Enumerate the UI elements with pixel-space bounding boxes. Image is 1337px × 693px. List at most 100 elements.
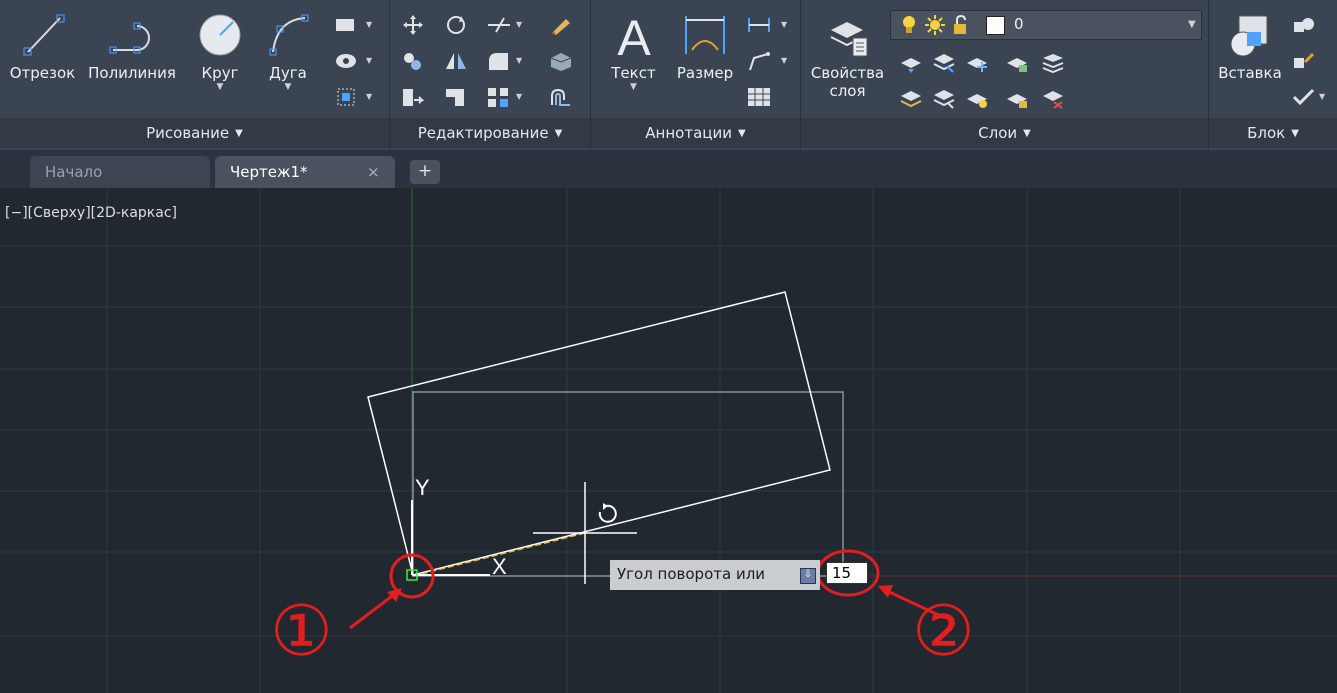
line-button[interactable]: Отрезок xyxy=(5,10,80,82)
circle-button[interactable]: Круг ▼ xyxy=(190,10,250,92)
viewport-controls-label[interactable]: [−][Сверху][2D-каркас] xyxy=(5,205,177,221)
layer-properties-button[interactable]: Свойства слоя xyxy=(805,10,890,100)
mirror-icon[interactable] xyxy=(443,50,469,72)
layer-color-swatch xyxy=(986,16,1005,35)
draw-panel-footer[interactable]: Рисование ▼ xyxy=(0,118,389,148)
new-tab-button[interactable]: + xyxy=(410,160,440,184)
layer-make-current-icon[interactable] xyxy=(898,52,924,74)
dimension-label: Размер xyxy=(676,64,734,82)
table-icon[interactable] xyxy=(746,86,772,108)
move-icon[interactable] xyxy=(400,14,426,36)
annotation-panel-footer[interactable]: Аннотации ▼ xyxy=(591,118,800,148)
arc-label: Дуга xyxy=(269,64,307,82)
block-panel-footer[interactable]: Блок ▼ xyxy=(1209,118,1337,148)
stretch-icon[interactable] xyxy=(400,86,426,108)
insert-button[interactable]: Вставка xyxy=(1213,10,1287,82)
draw-panel: Отрезок Полилиния Круг ▼ Дуга ▼ ▼ ▼ ▼ Ри… xyxy=(0,0,390,150)
rectangle-dropdown-icon[interactable]: ▼ xyxy=(366,20,372,29)
layer-walk-icon[interactable] xyxy=(1040,52,1066,74)
trim-dropdown-icon[interactable]: ▼ xyxy=(516,20,522,29)
layer-copy-icon[interactable] xyxy=(931,88,957,110)
edit-attributes-dropdown-icon[interactable]: ▼ xyxy=(1319,92,1325,101)
text-dropdown-icon[interactable]: ▼ xyxy=(606,82,661,92)
scale-icon[interactable] xyxy=(443,86,469,108)
hatch-dropdown-icon[interactable]: ▼ xyxy=(366,56,372,65)
modify-panel-footer[interactable]: Редактирование ▼ xyxy=(390,118,590,148)
angle-input[interactable]: 15 xyxy=(826,562,868,584)
line-icon xyxy=(23,14,64,56)
layer-freeze-icon[interactable] xyxy=(964,52,990,74)
svg-text:A: A xyxy=(617,10,651,60)
edit-block-icon[interactable] xyxy=(1291,50,1317,72)
text-button[interactable]: A Текст ▼ xyxy=(606,10,661,92)
dimension-icon xyxy=(685,16,725,54)
arc-dropdown-icon[interactable]: ▼ xyxy=(258,82,318,92)
layer-unlock-icon xyxy=(954,14,966,34)
chevron-down-icon: ▼ xyxy=(554,127,563,139)
layer-lock-icon[interactable] xyxy=(1004,52,1030,74)
text-label: Текст xyxy=(611,64,656,82)
insert-label: Вставка xyxy=(1218,64,1282,82)
arc-icon xyxy=(269,14,309,56)
rectangle-icon[interactable] xyxy=(333,14,359,36)
rotate-cursor-icon xyxy=(598,504,617,523)
leader-dropdown-icon[interactable]: ▼ xyxy=(781,56,787,65)
polyline-button[interactable]: Полилиния xyxy=(82,10,182,82)
insert-block-icon xyxy=(1230,15,1268,57)
hatch-icon[interactable] xyxy=(333,50,359,72)
layer-match-icon[interactable] xyxy=(931,52,957,74)
modify-panel-title: Редактирование xyxy=(417,124,549,142)
arc-button[interactable]: Дуга ▼ xyxy=(258,10,318,92)
circle-icon xyxy=(199,14,241,56)
ribbon: Отрезок Полилиния Круг ▼ Дуга ▼ ▼ ▼ ▼ Ри… xyxy=(0,0,1337,150)
boundary-icon[interactable] xyxy=(333,86,359,108)
offset-icon[interactable] xyxy=(548,86,574,108)
grid xyxy=(0,188,1337,693)
layer-properties-label-1: Свойства xyxy=(810,64,885,82)
polyline-label: Полилиния xyxy=(88,64,176,82)
create-block-icon[interactable] xyxy=(1291,14,1317,36)
polyline-icon xyxy=(109,22,150,54)
array-3d-icon[interactable] xyxy=(548,50,574,72)
layers-panel-title: Слои xyxy=(978,124,1018,142)
chevron-down-icon: ▼ xyxy=(738,127,746,139)
ucs-x-label: X xyxy=(492,554,507,579)
callout-number-2: ② xyxy=(912,590,975,672)
erase-icon[interactable] xyxy=(548,14,574,36)
boundary-dropdown-icon[interactable]: ▼ xyxy=(366,92,372,101)
leader-icon[interactable] xyxy=(746,50,772,72)
annotation-panel-title: Аннотации xyxy=(645,124,732,142)
layer-dropdown-arrow-icon[interactable]: ▼ xyxy=(1188,19,1196,30)
edit-attributes-icon[interactable] xyxy=(1291,86,1317,108)
block-panel-title: Блок xyxy=(1247,124,1286,142)
array-dropdown-icon[interactable]: ▼ xyxy=(516,92,522,101)
linear-dimension-dropdown-icon[interactable]: ▼ xyxy=(781,20,787,29)
layer-thaw-all-icon[interactable] xyxy=(964,88,990,110)
layer-properties-icon xyxy=(830,22,867,57)
fillet-dropdown-icon[interactable]: ▼ xyxy=(516,56,522,65)
prompt-options-icon[interactable]: ⇩ xyxy=(800,568,816,584)
chevron-down-icon: ▼ xyxy=(235,127,243,139)
drawing-canvas[interactable]: Y X xyxy=(0,188,1337,693)
linear-dimension-icon[interactable] xyxy=(746,14,772,36)
dimension-button[interactable]: Размер xyxy=(673,10,737,82)
layer-merge-icon[interactable] xyxy=(1040,88,1066,110)
layer-properties-label-2: слоя xyxy=(829,82,866,100)
circle-label: Круг xyxy=(201,64,239,82)
layer-unlock-all-icon[interactable] xyxy=(1004,88,1030,110)
array-icon[interactable] xyxy=(486,86,512,108)
fillet-icon[interactable] xyxy=(486,50,512,72)
rotate-icon[interactable] xyxy=(443,14,469,36)
layers-panel-footer[interactable]: Слои ▼ xyxy=(801,118,1208,148)
copy-icon[interactable] xyxy=(400,50,426,72)
layer-isolate-icon[interactable] xyxy=(898,88,924,110)
current-layer-name: 0 xyxy=(1014,15,1024,33)
annotation-panel: A Текст ▼ Размер ▼ ▼ Аннотации ▼ xyxy=(591,0,801,150)
trim-icon[interactable] xyxy=(486,14,512,36)
tab-home[interactable]: Начало xyxy=(30,156,210,188)
layer-thaw-sun-icon xyxy=(925,15,945,35)
circle-dropdown-icon[interactable]: ▼ xyxy=(190,82,250,92)
close-tab-icon[interactable]: × xyxy=(367,163,380,181)
ucs-y-label: Y xyxy=(415,475,430,500)
callout-number-1: ① xyxy=(270,590,333,672)
